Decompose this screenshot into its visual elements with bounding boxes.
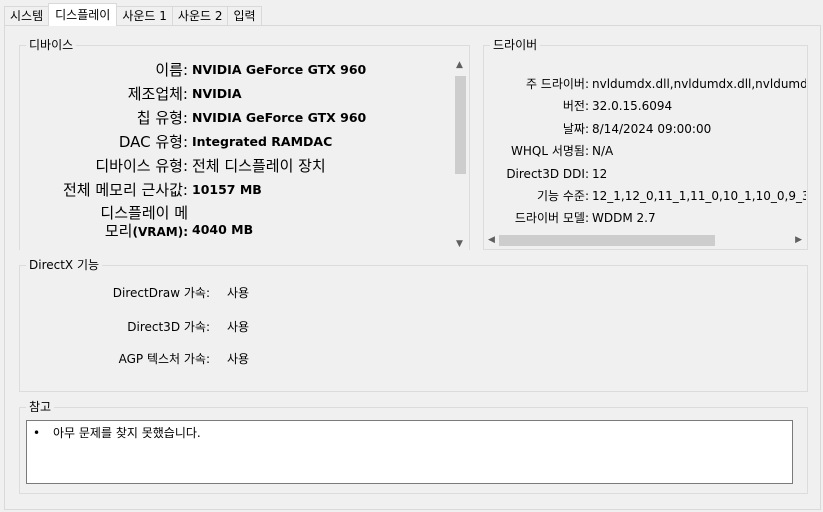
list-item: • 아무 문제를 찾지 못했습니다. [33,425,201,441]
device-info-list: 이름: NVIDIA GeForce GTX 960 제조업체: NVIDIA … [20,56,453,252]
device-row-name: 이름: NVIDIA GeForce GTX 960 [20,58,453,82]
device-value: 4040 MB [192,222,254,237]
device-label: 디스플레이 메 모리(VRAM): [100,204,188,241]
device-label-suffix: (VRAM): [132,225,188,239]
device-label: 제조업체: [127,85,188,103]
driver-horizontal-scrollbar[interactable]: ◀ ▶ [484,232,806,249]
device-row-manufacturer: 제조업체: NVIDIA [20,82,453,106]
directx-row-directdraw: DirectDraw 가속: 사용 [20,283,807,303]
device-value: 전체 디스플레이 장치 [192,157,326,175]
device-label: 칩 유형: [136,109,188,127]
device-value: NVIDIA GeForce GTX 960 [192,62,367,77]
directx-row-direct3d: Direct3D 가속: 사용 [20,317,807,337]
tab-strip: 시스템 디스플레이 사운드 1 사운드 2 입력 [4,3,262,26]
driver-label: WHQL 서명됨: [511,144,589,158]
driver-label: 주 드라이버: [525,77,589,91]
notes-textbox[interactable]: • 아무 문제를 찾지 못했습니다. [26,420,793,484]
directx-value: 사용 [227,286,250,300]
driver-value: nvldumdx.dll,nvldumdx.dll,nvldumdx.dll [592,77,806,91]
driver-value: 12_1,12_0,11_1,11_0,10_1,10_0,9_3,9_2 [592,189,806,203]
device-label: DAC 유형: [118,133,188,151]
driver-label: 버전: [562,99,589,113]
note-text: 아무 문제를 찾지 못했습니다. [53,426,201,440]
device-value: Integrated RAMDAC [192,134,333,149]
driver-row-feature-levels: 기능 수준: 12_1,12_0,11_1,11_0,10_1,10_0,9_3… [484,185,806,207]
driver-value: 8/14/2024 09:00:00 [592,122,712,136]
tab-system[interactable]: 시스템 [4,6,50,26]
tab-sound-2[interactable]: 사운드 2 [171,6,229,26]
directx-label: DirectDraw 가속: [112,286,210,300]
driver-value: 12 [592,167,608,181]
notes-group: 참고 • 아무 문제를 찾지 못했습니다. [19,399,808,494]
device-label: 전체 메모리 근사값: [63,181,188,199]
device-row-vram: 디스플레이 메 모리(VRAM): 4040 MB [20,204,453,240]
device-label-line1: 디스플레이 메 [100,204,188,222]
device-value: NVIDIA [192,86,242,101]
notes-group-title: 참고 [26,399,55,415]
tab-sound-1[interactable]: 사운드 1 [116,6,173,26]
driver-label: 날짜: [562,122,589,136]
driver-value: WDDM 2.7 [592,211,656,225]
scroll-thumb[interactable] [455,76,466,174]
directx-value: 사용 [227,352,250,366]
device-row-dac-type: DAC 유형: Integrated RAMDAC [20,130,453,154]
device-row-chip-type: 칩 유형: NVIDIA GeForce GTX 960 [20,106,453,130]
scroll-down-icon[interactable]: ▼ [456,239,463,249]
device-group: 디바이스 이름: NVIDIA GeForce GTX 960 제조업체: NV… [19,37,470,252]
tab-display[interactable]: 디스플레이 [48,3,118,26]
tab-input[interactable]: 입력 [227,6,262,26]
display-panel: 디바이스 이름: NVIDIA GeForce GTX 960 제조업체: NV… [4,25,821,510]
driver-value: 32.0.15.6094 [592,99,673,113]
directx-features-group: DirectX 기능 DirectDraw 가속: 사용 Direct3D 가속… [19,257,808,392]
scroll-left-icon[interactable]: ◀ [488,235,495,245]
driver-row-version: 버전: 32.0.15.6094 [484,95,806,117]
directx-label: AGP 텍스처 가속: [118,352,210,366]
device-vertical-scrollbar[interactable]: ▲ ▼ [452,56,469,252]
driver-row-date: 날짜: 8/14/2024 09:00:00 [484,118,806,140]
driver-label: 드라이버 모델: [514,211,589,225]
driver-row-ddi: Direct3D DDI: 12 [484,163,806,185]
directx-value: 사용 [227,320,250,334]
device-value: 10157 MB [192,182,262,197]
driver-row-whql: WHQL 서명됨: N/A [484,140,806,162]
driver-value: N/A [592,144,614,158]
driver-info-list: 주 드라이버: nvldumdx.dll,nvldumdx.dll,nvldum… [484,46,806,232]
device-label: 디바이스 유형: [95,157,188,175]
driver-row-model: 드라이버 모델: WDDM 2.7 [484,207,806,229]
directx-label: Direct3D 가속: [127,320,210,334]
directx-row-agp: AGP 텍스처 가속: 사용 [20,349,807,369]
directx-group-title: DirectX 기능 [26,257,103,273]
driver-group: 드라이버 주 드라이버: nvldumdx.dll,nvldumdx.dll,n… [483,37,808,250]
device-row-device-type: 디바이스 유형: 전체 디스플레이 장치 [20,154,453,178]
driver-row-main: 주 드라이버: nvldumdx.dll,nvldumdx.dll,nvldum… [484,73,806,95]
scroll-right-icon[interactable]: ▶ [795,235,802,245]
device-label-line2: 모리 [104,222,133,240]
driver-label: 기능 수준: [536,189,589,203]
device-group-title: 디바이스 [26,37,77,53]
device-label: 이름: [155,61,188,79]
scroll-thumb[interactable] [499,235,715,246]
bullet-icon: • [33,426,41,440]
scroll-up-icon[interactable]: ▲ [456,60,463,70]
device-row-total-memory: 전체 메모리 근사값: 10157 MB [20,178,453,202]
device-value: NVIDIA GeForce GTX 960 [192,110,367,125]
driver-label: Direct3D DDI: [506,167,589,181]
